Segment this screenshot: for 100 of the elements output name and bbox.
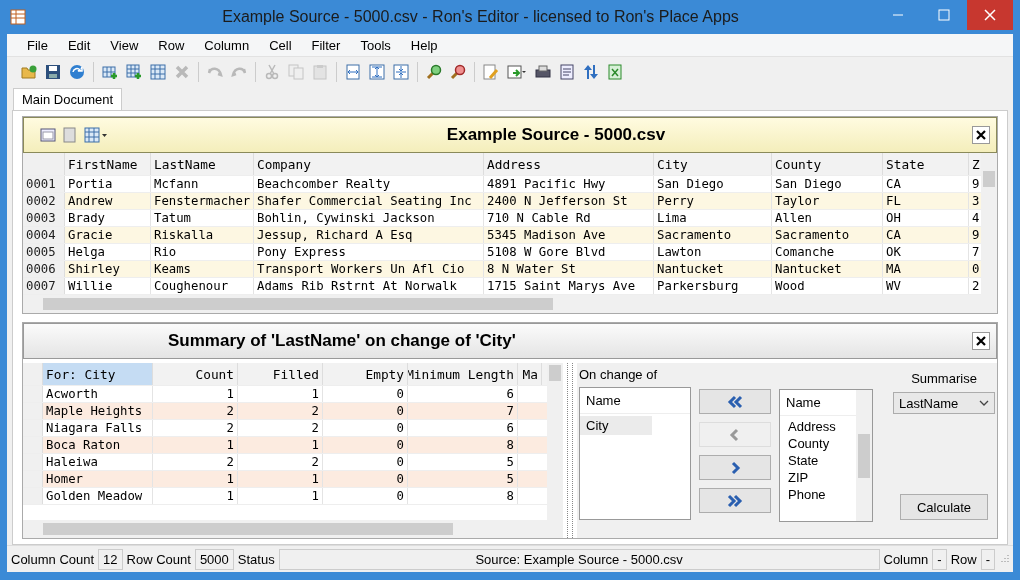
refresh-icon[interactable] xyxy=(69,63,85,80)
column-header[interactable]: Count xyxy=(153,363,238,385)
status-message: Source: Example Source - 5000.csv xyxy=(278,548,880,570)
table-cell: 2 xyxy=(153,403,238,419)
magnifier-icon[interactable] xyxy=(426,63,442,80)
horizontal-scrollbar[interactable] xyxy=(23,520,563,538)
summarise-dropdown[interactable]: LastName xyxy=(893,392,995,414)
column-header[interactable]: State xyxy=(883,153,969,175)
table-cell: Comanche xyxy=(772,244,883,260)
table-cell: Sacramento xyxy=(772,227,883,243)
list-item[interactable]: City xyxy=(580,416,652,435)
tab[interactable]: Main Document xyxy=(13,88,123,110)
row-number: 0002 xyxy=(23,193,65,209)
column-header[interactable]: Empty xyxy=(323,363,408,385)
double-chevron-left-button[interactable] xyxy=(699,389,771,414)
menu-item[interactable]: File xyxy=(27,37,48,53)
column-header[interactable]: City xyxy=(654,153,772,175)
spreadsheet-icon[interactable] xyxy=(607,63,623,80)
menu-item[interactable]: Cell xyxy=(269,37,292,53)
double-chevron-right-button[interactable] xyxy=(699,488,771,513)
column-header[interactable]: Company xyxy=(254,153,484,175)
window-icon[interactable] xyxy=(40,127,56,143)
table-cell: 0 xyxy=(323,488,408,504)
row-number: 0001 xyxy=(23,176,65,192)
page-pencil-icon[interactable] xyxy=(483,63,499,80)
vertical-scrollbar[interactable] xyxy=(856,390,872,521)
table-cell: Golden Meadow xyxy=(43,488,153,504)
field-list[interactable]: Name City xyxy=(579,387,691,520)
save-icon[interactable] xyxy=(45,63,61,80)
grid-plus-icon[interactable] xyxy=(126,63,142,80)
table-cell: 1 xyxy=(238,471,323,487)
resize-grip-icon[interactable] xyxy=(999,554,1009,564)
list-item[interactable]: State xyxy=(780,452,856,469)
table-cell: Lawton xyxy=(654,244,772,260)
table-cell: Pony Express xyxy=(254,244,484,260)
arrows-box-icon[interactable] xyxy=(369,63,385,80)
close-icon[interactable] xyxy=(972,332,990,350)
table-cell: 4891 Pacific Hwy xyxy=(484,176,654,192)
column-header[interactable]: Ma xyxy=(518,363,542,385)
table-cell: 1 xyxy=(238,386,323,402)
column-header[interactable]: FirstName xyxy=(65,153,151,175)
column-header[interactable]: County xyxy=(772,153,883,175)
status-value: - xyxy=(980,548,995,570)
up-down-arrow-icon[interactable] xyxy=(583,63,599,80)
menu-item[interactable]: View xyxy=(110,37,139,53)
list-header: Name xyxy=(580,388,690,414)
list-item[interactable]: ZIP xyxy=(780,469,856,486)
column-header[interactable]: Filled xyxy=(238,363,323,385)
arrows-box-icon[interactable] xyxy=(345,63,361,80)
vertical-scrollbar[interactable] xyxy=(981,153,997,295)
menu-item[interactable]: Tools xyxy=(360,37,391,53)
list-item[interactable]: Phone xyxy=(780,486,856,503)
menu-item[interactable]: Edit xyxy=(67,37,91,53)
table-cell: Sacramento xyxy=(654,227,772,243)
table-cell: Homer xyxy=(43,471,153,487)
table-cell: Brady xyxy=(65,210,151,226)
magnifier-icon[interactable] xyxy=(450,63,466,80)
vertical-scrollbar[interactable] xyxy=(547,363,563,520)
document-icon[interactable] xyxy=(62,127,78,143)
grid-plus-icon[interactable] xyxy=(102,63,118,80)
table-cell: Nantucket xyxy=(654,261,772,277)
row-number: 0005 xyxy=(23,244,65,260)
menu-item[interactable]: Row xyxy=(158,37,185,53)
grid-dropdown-icon[interactable] xyxy=(84,127,108,143)
arrows-box-icon[interactable] xyxy=(393,63,409,80)
printer-icon[interactable] xyxy=(535,63,551,80)
table-cell: 2 xyxy=(153,454,238,470)
folder-icon[interactable] xyxy=(21,63,37,80)
menu-item[interactable]: Filter xyxy=(311,37,341,53)
table-cell: Beachcomber Realty xyxy=(254,176,484,192)
table-cell: Gracie xyxy=(65,227,151,243)
table-cell: 0 xyxy=(323,420,408,436)
calculate-button[interactable]: Calculate xyxy=(900,494,988,520)
column-header[interactable]: Address xyxy=(484,153,654,175)
table-cell: 5 xyxy=(408,454,518,470)
list-item[interactable]: County xyxy=(780,435,856,452)
menu-item[interactable]: Help xyxy=(410,37,438,53)
grid-icon[interactable] xyxy=(150,63,166,80)
table-cell: Acworth xyxy=(43,386,153,402)
table-cell: FL xyxy=(883,193,969,209)
list-item[interactable]: Address xyxy=(780,418,856,435)
window-arrow-icon[interactable] xyxy=(507,63,527,80)
field-list[interactable]: Name Address County State ZIP Phone xyxy=(779,389,873,522)
table-cell: Coughenour xyxy=(151,278,254,294)
menu-item[interactable]: Column xyxy=(204,37,250,53)
table-cell: San Diego xyxy=(772,176,883,192)
status-value: 5000 xyxy=(194,548,234,570)
document-icon[interactable] xyxy=(559,63,575,80)
table-cell: Portia xyxy=(65,176,151,192)
table-cell: 1 xyxy=(153,471,238,487)
caret-icon xyxy=(979,399,989,407)
table-cell: Haleiwa xyxy=(43,454,153,470)
chevron-right-button[interactable] xyxy=(699,455,771,480)
field-label: Summarise xyxy=(911,370,977,386)
horizontal-scrollbar[interactable] xyxy=(23,295,997,313)
close-icon[interactable] xyxy=(972,126,990,144)
column-header[interactable]: For: City xyxy=(43,363,153,385)
table-cell: 1 xyxy=(238,488,323,504)
column-header[interactable]: LastName xyxy=(151,153,254,175)
table-cell: OH xyxy=(883,210,969,226)
